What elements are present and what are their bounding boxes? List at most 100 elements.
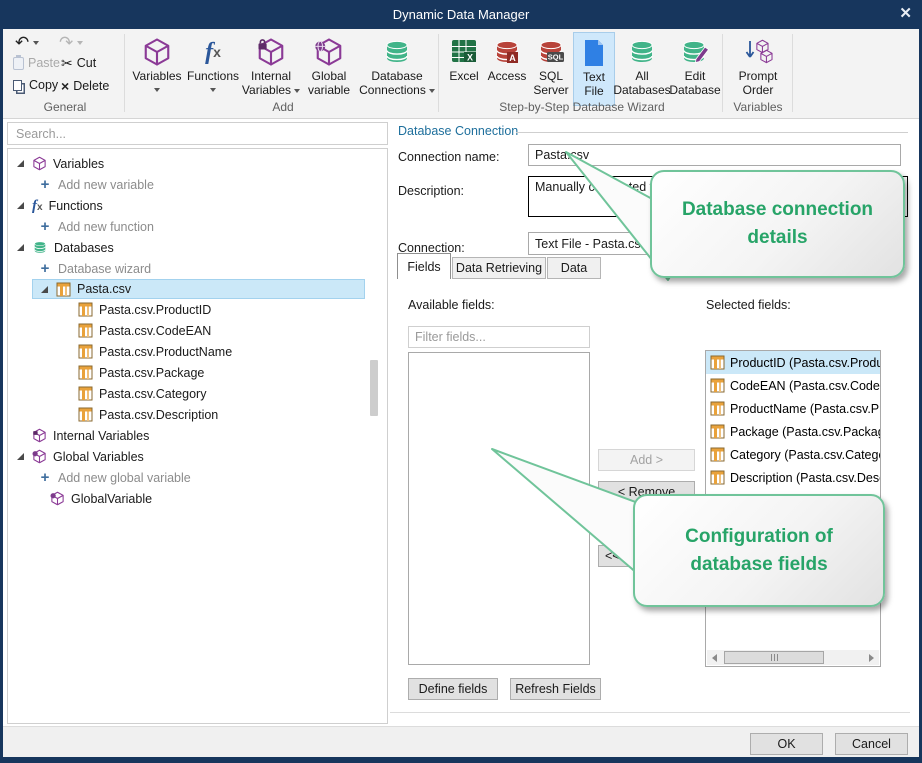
add-button[interactable]: Add >	[598, 449, 695, 471]
functions-fx-icon: fx	[205, 34, 221, 70]
redo-button[interactable]: ↷	[59, 34, 83, 51]
cut-icon: ✂	[61, 56, 73, 70]
ribbon-separator	[792, 34, 793, 112]
ok-button[interactable]: OK	[750, 733, 823, 755]
group-label-wizard: Step-by-Step Database Wizard	[443, 100, 721, 114]
selected-field-row[interactable]: Category (Pasta.csv.Category)	[706, 443, 880, 466]
group-variables: Prompt Order Variables	[725, 32, 791, 116]
scroll-right-icon[interactable]	[864, 650, 879, 665]
tree-item-internal-variables[interactable]: Internal Variables	[8, 425, 387, 446]
panel-bottom-rule	[390, 712, 910, 713]
selected-field-row[interactable]: ProductID (Pasta.csv.ProductID)	[706, 351, 880, 374]
search-input[interactable]: Search...	[7, 122, 388, 145]
selected-field-row[interactable]: ProductName (Pasta.csv.ProductName)	[706, 397, 880, 420]
paste-icon	[13, 57, 24, 70]
tree-item-globalvariable[interactable]: GlobalVariable	[32, 488, 387, 509]
titlebar: Dynamic Data Manager ✕	[0, 0, 922, 29]
internal-variables-label2: Variables	[242, 84, 291, 98]
tree-item-field-package[interactable]: Pasta.csv.Package	[72, 362, 387, 383]
group-label-general: General	[7, 100, 123, 114]
copy-button[interactable]: Copy	[13, 78, 58, 92]
functions-caret-icon	[210, 88, 216, 92]
internal-variables-button[interactable]: Internal Variables	[241, 32, 301, 106]
expander-icon[interactable]	[14, 202, 26, 209]
prompt-order-label2: Order	[743, 84, 774, 98]
edit-database-icon	[679, 34, 711, 70]
tree-item-databases[interactable]: Databases	[8, 237, 387, 258]
filter-fields-input[interactable]: Filter fields...	[408, 326, 590, 348]
connection-name-label: Connection name:	[398, 150, 499, 164]
delete-button[interactable]: × Delete	[61, 78, 109, 94]
tree-item-pasta-csv[interactable]: Pasta.csv	[32, 279, 365, 299]
tree-item-database-wizard[interactable]: + Database wizard	[32, 258, 387, 279]
cube-icon	[32, 156, 47, 171]
tab-fields[interactable]: Fields	[397, 253, 451, 279]
expander-icon[interactable]	[38, 286, 50, 293]
fx-icon: fx	[32, 198, 43, 214]
internal-variables-label1: Internal	[251, 70, 291, 84]
selected-field-row[interactable]: CodeEAN (Pasta.csv.CodeEAN)	[706, 374, 880, 397]
tree-item-field-codeean[interactable]: Pasta.csv.CodeEAN	[72, 320, 387, 341]
database-icon	[32, 240, 48, 256]
selected-field-row[interactable]: Package (Pasta.csv.Package)	[706, 420, 880, 443]
expander-icon[interactable]	[14, 160, 26, 167]
tree-item-add-new-function[interactable]: + Add new function	[32, 216, 387, 237]
scroll-left-icon[interactable]	[707, 650, 722, 665]
functions-button[interactable]: fx Functions	[185, 32, 241, 106]
cancel-button[interactable]: Cancel	[835, 733, 908, 755]
expander-icon[interactable]	[14, 453, 26, 460]
available-fields-list[interactable]	[408, 352, 590, 665]
tab-data[interactable]: Data	[547, 257, 601, 279]
tree-item-field-description[interactable]: Pasta.csv.Description	[72, 404, 387, 425]
tree-item-add-new-variable[interactable]: + Add new variable	[32, 174, 387, 195]
paste-button[interactable]: Paste	[13, 56, 60, 70]
all-databases-button[interactable]: All Databases	[615, 32, 669, 106]
tree-item-global-variables[interactable]: Global Variables	[8, 446, 387, 467]
excel-button[interactable]: X Excel	[443, 32, 485, 106]
cut-label: Cut	[77, 56, 96, 70]
tree-scrollbar[interactable]	[370, 360, 378, 416]
close-icon[interactable]: ✕	[899, 4, 912, 22]
field-icon	[78, 302, 93, 317]
field-icon	[78, 386, 93, 401]
variables-button[interactable]: Variables	[129, 32, 185, 106]
plus-icon: +	[38, 260, 52, 277]
scrollbar-thumb[interactable]	[724, 651, 824, 664]
group-add: Variables fx Functions Internal Variable…	[129, 32, 437, 116]
database-connections-icon	[382, 34, 412, 70]
global-variable-button[interactable]: Global variable	[301, 32, 357, 106]
database-connections-button[interactable]: Database Connections	[357, 32, 437, 106]
tree-item-add-new-global-variable[interactable]: + Add new global variable	[32, 467, 387, 488]
search-placeholder: Search...	[16, 127, 66, 141]
group-label-variables: Variables	[725, 100, 791, 114]
edit-database-button[interactable]: Edit Database	[669, 32, 721, 106]
tree-item-field-category[interactable]: Pasta.csv.Category	[72, 383, 387, 404]
selected-field-row[interactable]: Description (Pasta.csv.Description)	[706, 466, 880, 489]
prompt-order-button[interactable]: Prompt Order	[728, 32, 788, 106]
field-icon	[710, 424, 725, 439]
prompt-order-label1: Prompt	[739, 70, 778, 84]
callout-configuration-of-database-fields: Configuration of database fields	[633, 494, 885, 607]
database-connections-caret-icon	[429, 89, 435, 93]
tree-item-field-productid[interactable]: Pasta.csv.ProductID	[72, 299, 387, 320]
undo-button[interactable]: ↶	[15, 34, 39, 51]
field-icon	[710, 378, 725, 393]
expander-icon[interactable]	[14, 244, 26, 251]
ribbon-separator	[722, 34, 723, 112]
access-button[interactable]: A Access	[485, 32, 529, 106]
refresh-fields-button[interactable]: Refresh Fields	[510, 678, 601, 700]
tree-item-variables[interactable]: Variables	[8, 153, 387, 174]
tab-data-retrieving[interactable]: Data Retrieving	[452, 257, 546, 279]
cut-button[interactable]: ✂ Cut	[61, 56, 96, 70]
connection-name-input[interactable]: Pasta.csv	[528, 144, 901, 166]
field-icon	[710, 355, 725, 370]
tree-item-functions[interactable]: fx Functions	[8, 195, 387, 216]
excel-label: Excel	[449, 70, 478, 84]
plus-icon: +	[38, 176, 52, 193]
sql-server-button[interactable]: SQL SQL Server	[529, 32, 573, 106]
define-fields-button[interactable]: Define fields	[408, 678, 498, 700]
tree-item-field-productname[interactable]: Pasta.csv.ProductName	[72, 341, 387, 362]
global-variable-cube-globe-icon	[314, 34, 344, 70]
text-file-button[interactable]: Text File	[573, 32, 615, 106]
horizontal-scrollbar[interactable]	[707, 650, 879, 665]
